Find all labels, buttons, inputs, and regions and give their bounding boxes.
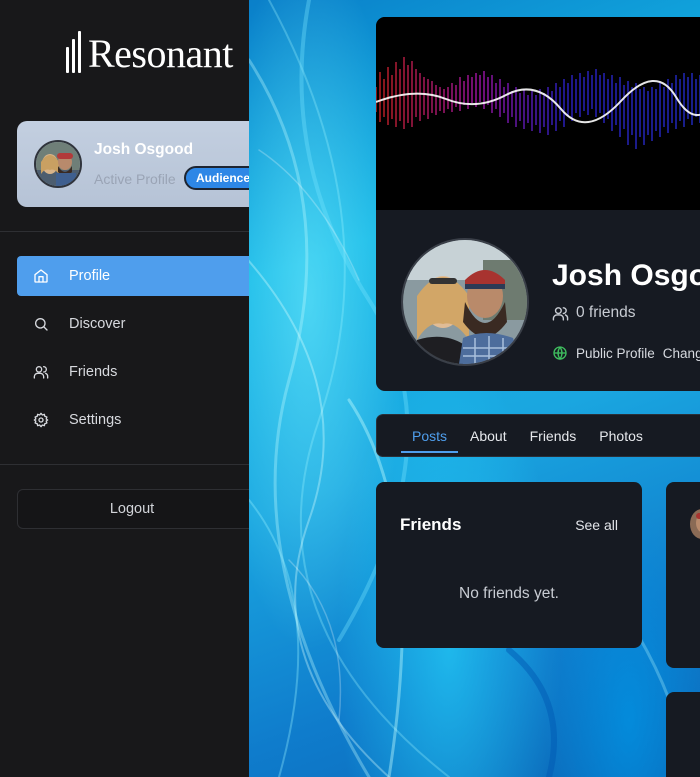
sidebar-item-settings[interactable]: Settings (17, 400, 249, 440)
tab-photos[interactable]: Photos (588, 415, 654, 456)
role-badge: Audience (184, 166, 249, 190)
main-content: Josh Osgood 0 friends Public Profile Cha… (249, 0, 700, 777)
profile-name: Josh Osgood (94, 141, 194, 158)
sidebar-item-profile[interactable]: Profile (17, 256, 249, 296)
profile-name: Josh Osgood (552, 259, 700, 292)
search-icon (32, 315, 50, 333)
sidebar: Resonant Josh Osgood Active Profile Audi… (0, 0, 249, 777)
sidebar-nav: Profile Discover Friends Settings (17, 256, 249, 448)
profile-tabs: Posts About Friends Photos (376, 414, 700, 457)
sidebar-item-label: Settings (69, 412, 122, 428)
avatar[interactable] (401, 238, 529, 366)
change-visibility-link[interactable]: Change (663, 346, 700, 361)
empty-state: No friends yet. (459, 585, 559, 602)
friends-count-label: 0 friends (576, 304, 636, 321)
app-logo[interactable]: Resonant (66, 30, 233, 78)
tab-about[interactable]: About (459, 415, 518, 456)
logo-bars-icon (66, 31, 86, 77)
visibility-label: Public Profile (576, 345, 655, 361)
gear-icon (32, 411, 50, 429)
sidebar-item-label: Friends (69, 364, 118, 380)
friends-count[interactable]: 0 friends (552, 304, 635, 322)
logout-button[interactable]: Logout (17, 489, 249, 529)
cover-image (376, 17, 700, 210)
divider (0, 464, 249, 465)
app-name: Resonant (88, 31, 233, 76)
tab-posts[interactable]: Posts (401, 415, 459, 456)
home-icon (32, 267, 50, 285)
see-all-link[interactable]: See all (575, 517, 618, 533)
profile-status: Active Profile (94, 171, 176, 187)
active-profile-card[interactable]: Josh Osgood Active Profile Audience (17, 121, 249, 207)
post-card (666, 692, 700, 777)
tab-friends[interactable]: Friends (519, 415, 588, 456)
avatar (34, 140, 82, 188)
friends-panel: Friends See all No friends yet. (376, 482, 642, 648)
sidebar-item-friends[interactable]: Friends (17, 352, 249, 392)
sidebar-item-discover[interactable]: Discover (17, 304, 249, 344)
globe-icon (553, 346, 567, 361)
users-icon (552, 306, 569, 321)
friends-panel-title: Friends (400, 515, 462, 534)
profile-header: Josh Osgood 0 friends Public Profile Cha… (376, 17, 700, 391)
divider (0, 231, 249, 232)
avatar (690, 509, 700, 539)
post-composer (666, 482, 700, 668)
sidebar-item-label: Profile (69, 268, 111, 284)
sidebar-item-label: Discover (69, 316, 126, 332)
users-icon (32, 363, 50, 381)
visibility-row: Public Profile Change (552, 345, 700, 361)
